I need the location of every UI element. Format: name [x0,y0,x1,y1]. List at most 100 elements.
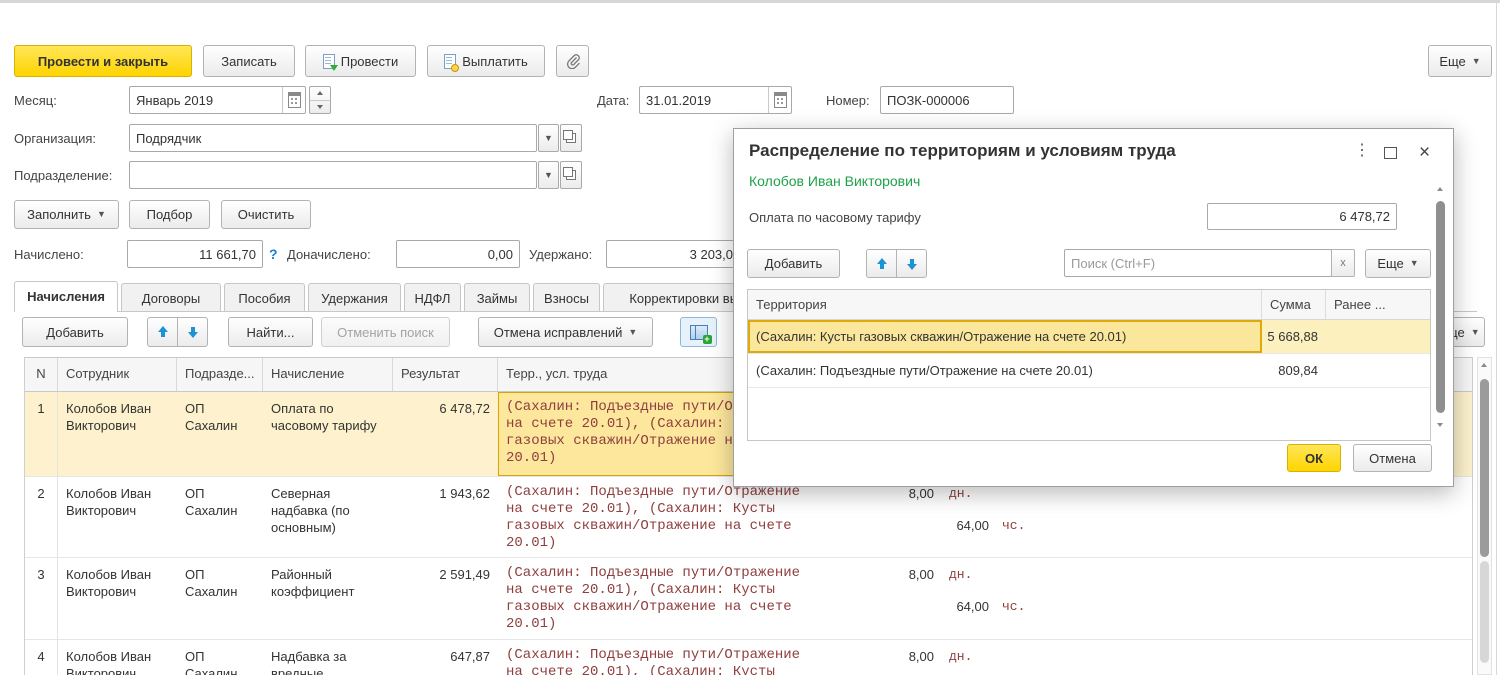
dialog-scrollbar[interactable] [1434,185,1447,433]
dialog-territory-table: Территория Сумма Ранее ... (Сахалин: Кус… [747,289,1431,441]
scroll-up-icon[interactable] [1481,363,1487,367]
accrued-field[interactable] [127,240,263,268]
date-label: Дата: [597,93,629,108]
cell-employee: Колобов Иван Викторович [58,558,177,639]
table-row[interactable]: 2 Колобов Иван Викторович ОП Сахалин Сев… [25,477,1472,558]
dialog-more-button[interactable]: Еще ▼ [1365,249,1431,278]
grid-add-territory-button[interactable]: + [680,317,717,347]
grid-undo-corrections-button[interactable]: Отмена исправлений ▼ [478,317,653,347]
accrued-help-icon[interactable]: ? [269,246,278,262]
tab-loans[interactable]: Займы [464,283,530,311]
main-scrollbar[interactable] [1477,357,1492,675]
clear-label: Очистить [238,207,295,222]
added-input[interactable] [397,241,519,267]
col-header-department[interactable]: Подразде... [177,358,263,391]
date-field[interactable] [639,86,792,114]
attachments-button[interactable] [556,45,589,77]
dialog-ok-button[interactable]: ОК [1287,444,1341,472]
dialog-search-field[interactable] [1064,249,1332,277]
organization-dropdown-button[interactable]: ▼ [538,124,559,152]
month-stepper[interactable] [309,86,331,114]
table-row[interactable]: 3 Колобов Иван Викторович ОП Сахалин Рай… [25,558,1472,640]
cell-department: ОП Сахалин [177,558,263,639]
dialog-accrual-input[interactable] [1208,204,1396,229]
month-step-down[interactable] [310,101,330,114]
organization-field[interactable] [129,124,537,152]
arrow-up-icon [158,326,168,338]
accrued-input[interactable] [128,241,262,267]
pay-button[interactable]: Выплатить [427,45,545,77]
clear-button[interactable]: Очистить [221,200,311,229]
grid-find-button[interactable]: Найти... [228,317,313,347]
added-field[interactable] [396,240,520,268]
dialog-move-up-button[interactable] [866,249,897,278]
tab-contracts[interactable]: Договоры [121,283,221,311]
dialog-menu-icon[interactable]: ⋮ [1354,143,1370,159]
col-header-earlier[interactable]: Ранее ... [1326,290,1430,319]
withheld-field[interactable] [606,240,740,268]
col-header-accrual[interactable]: Начисление [263,358,393,391]
grid-cancel-search-button[interactable]: Отменить поиск [321,317,450,347]
grid-add-button[interactable]: Добавить [22,317,128,347]
tab-benefits[interactable]: Пособия [224,283,305,311]
date-input[interactable] [640,87,768,113]
grid-move-up-button[interactable] [147,317,178,347]
number-input[interactable] [881,87,1013,113]
department-field[interactable] [129,161,537,189]
fill-button[interactable]: Заполнить ▼ [14,200,119,229]
dialog-table-row[interactable]: (Сахалин: Подъездные пути/Отражение на с… [748,354,1430,388]
grid-undo-corrections-label: Отмена исправлений [494,325,623,340]
dialog-employee-link[interactable]: Колобов Иван Викторович [749,173,920,189]
month-field[interactable] [129,86,306,114]
table-row[interactable]: 4 Колобов Иван Викторович ОП Сахалин Над… [25,640,1472,675]
cell-accrual: Оплата по часовому тарифу [263,392,393,476]
withheld-input[interactable] [607,241,739,267]
tab-contributions[interactable]: Взносы [533,283,600,311]
number-label: Номер: [826,93,870,108]
department-open-button[interactable] [560,161,582,189]
dialog-clear-search-button[interactable]: x [1331,249,1355,277]
organization-open-button[interactable] [560,124,582,152]
save-button[interactable]: Записать [203,45,295,77]
tab-ndfl[interactable]: НДФЛ [404,283,461,311]
number-field[interactable] [880,86,1014,114]
chevron-down-icon: ▼ [544,171,553,180]
month-step-up[interactable] [310,87,330,101]
grid-move-down-button[interactable] [177,317,208,347]
pick-button[interactable]: Подбор [129,200,210,229]
dialog-scrollbar-thumb[interactable] [1436,201,1445,413]
organization-input[interactable] [130,125,536,151]
dialog-cancel-button[interactable]: Отмена [1353,444,1432,472]
dialog-search-input[interactable] [1065,250,1331,276]
scroll-up-icon[interactable] [1437,187,1443,191]
main-scrollbar-thumb[interactable] [1480,379,1489,557]
dialog-accrual-field[interactable] [1207,203,1397,230]
month-input[interactable] [130,87,282,113]
dialog-table-row-selected[interactable]: (Сахалин: Кусты газовых скважин/Отражени… [748,320,1430,354]
dialog-move-down-button[interactable] [896,249,927,278]
dialog-close-icon[interactable]: × [1419,143,1430,162]
post-and-close-button[interactable]: Провести и закрыть [14,45,192,77]
col-header-sum[interactable]: Сумма [1262,290,1326,319]
post-button[interactable]: Провести [305,45,416,77]
tab-accruals[interactable]: Начисления [14,281,118,312]
scroll-down-icon[interactable] [1437,423,1443,427]
dialog-add-button[interactable]: Добавить [747,249,840,278]
dialog-ok-label: ОК [1305,451,1323,466]
date-calendar-button[interactable] [768,87,791,113]
col-header-result[interactable]: Результат [393,358,498,391]
col-header-territory[interactable]: Территория [748,290,1262,319]
department-input[interactable] [130,162,536,188]
open-form-icon [566,133,576,143]
department-dropdown-button[interactable]: ▼ [538,161,559,189]
col-header-n[interactable]: N [25,358,58,391]
form-more-button[interactable]: Еще ▼ [1428,45,1492,77]
cell-employee: Колобов Иван Викторович [58,392,177,476]
cell-filler [1119,477,1472,557]
col-header-employee[interactable]: Сотрудник [58,358,177,391]
dialog-maximize-icon[interactable] [1384,147,1397,159]
month-calendar-button[interactable] [282,87,305,113]
cell-result: 1 943,62 [393,477,498,557]
main-scrollbar-track-lower[interactable] [1480,561,1489,663]
tab-deductions[interactable]: Удержания [308,283,401,311]
